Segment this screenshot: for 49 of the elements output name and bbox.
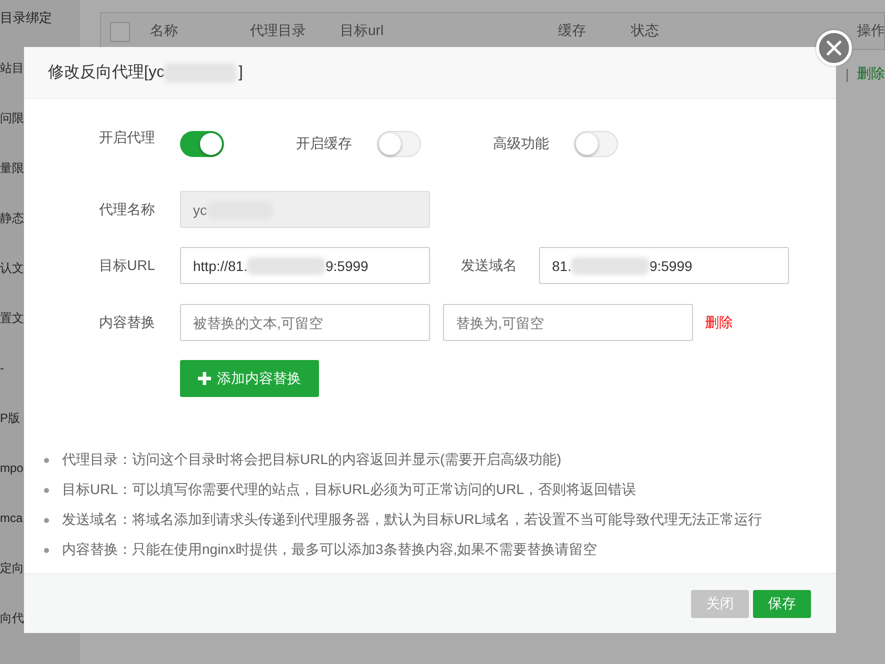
field-label: 代理名称: [98, 200, 155, 218]
checkbox[interactable]: [110, 22, 130, 42]
dialog-title: 修改反向代理[yc: [48, 62, 164, 83]
column-header: 目标url: [340, 22, 384, 40]
field-label: 目标URL: [98, 256, 155, 274]
field-label: 开启代理: [98, 129, 155, 147]
sidebar-item[interactable]: 目录绑定: [0, 9, 52, 27]
bullet-icon: [44, 488, 49, 492]
sidebar-item[interactable]: 问限: [0, 110, 24, 126]
sidebar-item[interactable]: -: [0, 361, 4, 375]
toggle-switch[interactable]: [574, 131, 618, 157]
add-replacement-button[interactable]: 添加内容替换: [180, 360, 319, 397]
sidebar-item[interactable]: 认文: [0, 260, 24, 276]
input-field[interactable]: 81. 9:5999: [539, 247, 789, 284]
note-text: 发送域名：将域名添加到请求头传递到代理服务器，默认为目标URL域名，若设置不当可能导致代理无法正常运行: [62, 511, 762, 529]
column-header: 缓存: [558, 22, 586, 40]
input-field[interactable]: http://81. 9:5999: [180, 247, 430, 284]
sidebar-item[interactable]: 静态: [0, 210, 24, 226]
dialog-title: ]: [238, 64, 243, 82]
column-header: 代理目录: [250, 22, 306, 40]
sidebar-item[interactable]: 向代: [0, 610, 24, 626]
note-text: 目标URL：可以填写你需要代理的站点，目标URL必须为可正常访问的URL，否则将返回错误: [62, 481, 636, 499]
bullet-icon: [44, 458, 49, 462]
field-label: 发送域名: [461, 256, 517, 274]
bullet-icon: [44, 518, 49, 522]
plus-icon: [198, 372, 211, 385]
note-text: 代理目录：访问这个目录时将会把目标URL的内容返回并显示(需要开启高级功能): [62, 451, 562, 469]
input-field[interactable]: 替换为,可留空: [443, 304, 693, 341]
toggle-switch[interactable]: [180, 131, 224, 157]
column-header: 操作: [857, 22, 885, 40]
input-field[interactable]: 被替换的文本,可留空: [180, 304, 430, 341]
separator: |: [845, 66, 849, 82]
sidebar-item[interactable]: mca: [0, 511, 23, 525]
save-button[interactable]: 保存: [753, 590, 811, 618]
column-header: 状态: [631, 22, 659, 40]
sidebar-item[interactable]: P版: [0, 410, 20, 426]
toggle-switch[interactable]: [377, 131, 421, 157]
bullet-icon: [44, 548, 49, 552]
sidebar-item[interactable]: mpo: [0, 461, 24, 475]
sidebar-item[interactable]: 定向: [0, 560, 24, 576]
column-header: 名称: [150, 22, 178, 40]
note-text: 内容替换：只能在使用nginx时提供，最多可以添加3条替换内容,如果不需要替换请留空: [62, 541, 598, 559]
sidebar-item[interactable]: 置文: [0, 310, 24, 326]
sidebar-item[interactable]: 站目: [0, 60, 24, 76]
switch-label: 开启缓存: [296, 135, 352, 153]
delete-link[interactable]: 删除: [705, 314, 733, 332]
field-label: 内容替换: [98, 314, 155, 332]
switch-label: 高级功能: [493, 135, 549, 153]
sidebar-item[interactable]: 量限: [0, 160, 24, 176]
